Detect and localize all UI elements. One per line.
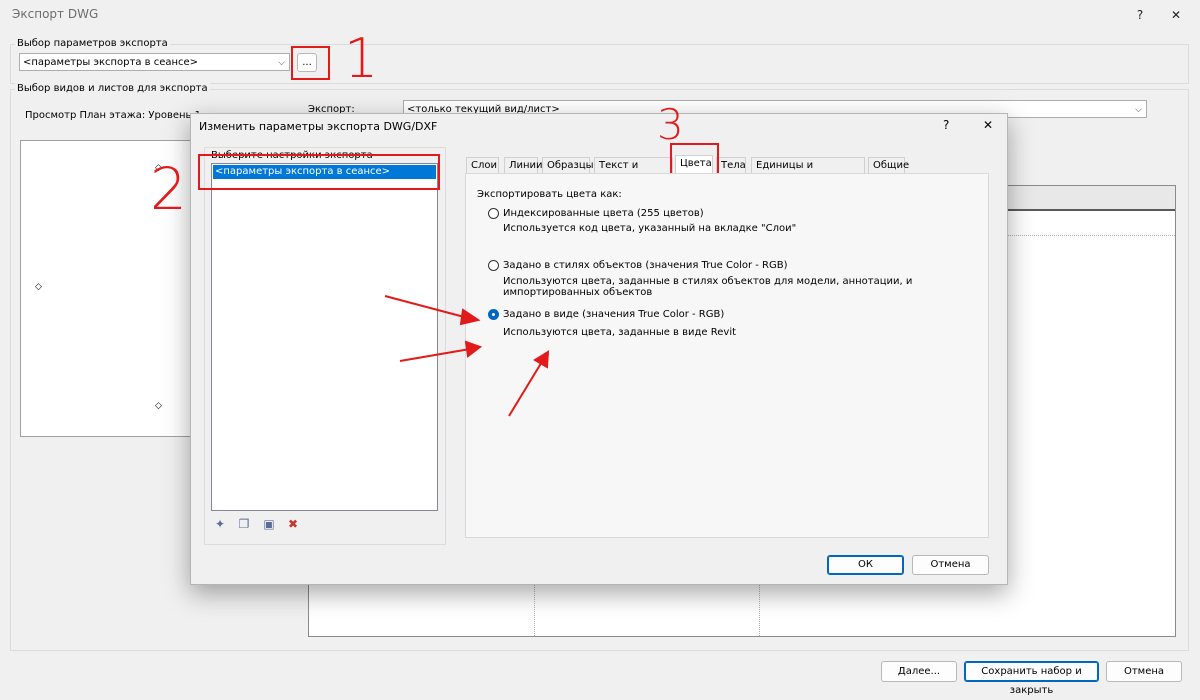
cancel-button[interactable]: Отмена — [1106, 661, 1182, 682]
arrow-line — [399, 348, 471, 362]
arrow-line — [384, 295, 469, 319]
save-and-close-button[interactable]: Сохранить набор и закрыть — [964, 661, 1099, 696]
arrow-head — [533, 350, 550, 369]
annotation-arrows — [384, 295, 550, 417]
arrow-line — [508, 359, 544, 417]
next-button[interactable]: Далее... — [881, 661, 957, 682]
arrow-head — [459, 308, 481, 326]
arrow-head — [464, 340, 483, 358]
